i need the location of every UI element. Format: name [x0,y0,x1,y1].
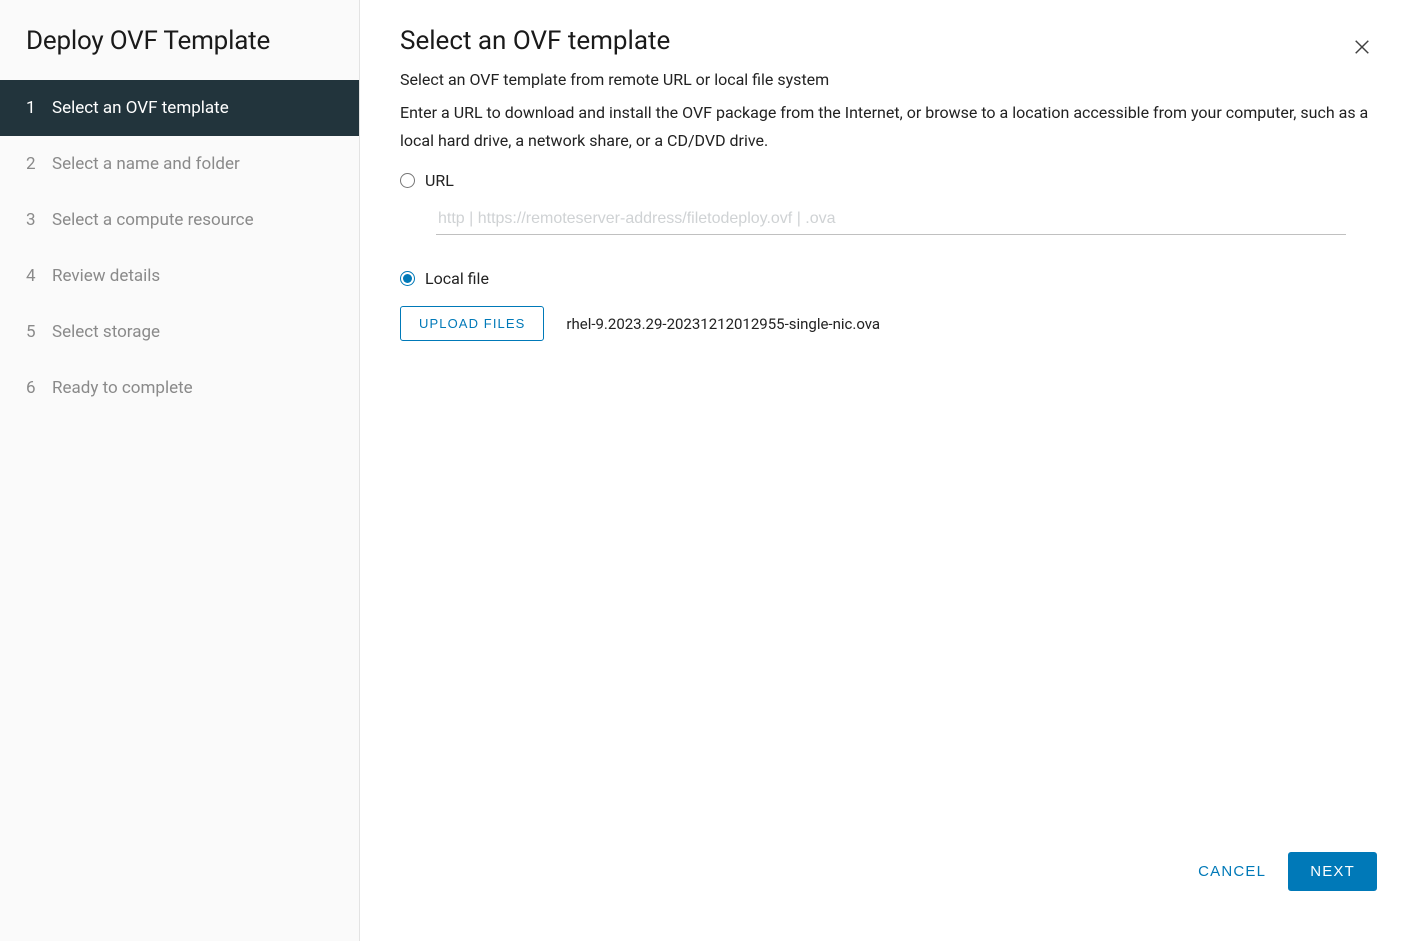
step-select-ovf-template[interactable]: 1 Select an OVF template [0,80,359,136]
url-option-row: URL [400,171,1377,190]
close-icon [1353,44,1371,59]
step-number: 1 [26,98,52,118]
page-subtitle: Select an OVF template from remote URL o… [400,70,1377,89]
wizard-main: Select an OVF template Select an OVF tem… [360,0,1417,941]
step-number: 4 [26,266,52,286]
local-file-radio[interactable] [400,271,415,286]
step-label: Select a name and folder [52,154,240,174]
wizard-footer: CANCEL NEXT [400,832,1377,921]
local-file-option-row: Local file [400,269,1377,288]
wizard-title: Deploy OVF Template [0,26,359,80]
wizard-container: Deploy OVF Template 1 Select an OVF temp… [0,0,1417,941]
step-label: Ready to complete [52,378,193,398]
url-input[interactable] [436,204,1346,235]
upload-row: UPLOAD FILES rhel-9.2023.29-202312120129… [400,306,1377,341]
upload-files-button[interactable]: UPLOAD FILES [400,306,544,341]
step-select-name-folder: 2 Select a name and folder [0,136,359,192]
main-header: Select an OVF template [400,26,1377,70]
next-button[interactable]: NEXT [1288,852,1377,891]
url-radio[interactable] [400,173,415,188]
close-button[interactable] [1347,32,1377,62]
step-number: 6 [26,378,52,398]
step-label: Select an OVF template [52,98,229,118]
step-label: Select a compute resource [52,210,254,230]
step-review-details: 4 Review details [0,248,359,304]
step-number: 5 [26,322,52,342]
page-description: Enter a URL to download and install the … [400,99,1377,155]
step-number: 3 [26,210,52,230]
step-label: Select storage [52,322,160,342]
step-number: 2 [26,154,52,174]
step-ready-to-complete: 6 Ready to complete [0,360,359,416]
step-select-storage: 5 Select storage [0,304,359,360]
selected-filename: rhel-9.2023.29-20231212012955-single-nic… [566,315,880,333]
url-radio-label[interactable]: URL [425,171,454,190]
local-file-section: Local file UPLOAD FILES rhel-9.2023.29-2… [400,263,1377,341]
local-file-radio-label[interactable]: Local file [425,269,489,288]
page-title: Select an OVF template [400,26,670,56]
wizard-sidebar: Deploy OVF Template 1 Select an OVF temp… [0,0,360,941]
step-select-compute-resource: 3 Select a compute resource [0,192,359,248]
wizard-steps: 1 Select an OVF template 2 Select a name… [0,80,359,416]
cancel-button[interactable]: CANCEL [1198,863,1266,880]
step-label: Review details [52,266,160,286]
